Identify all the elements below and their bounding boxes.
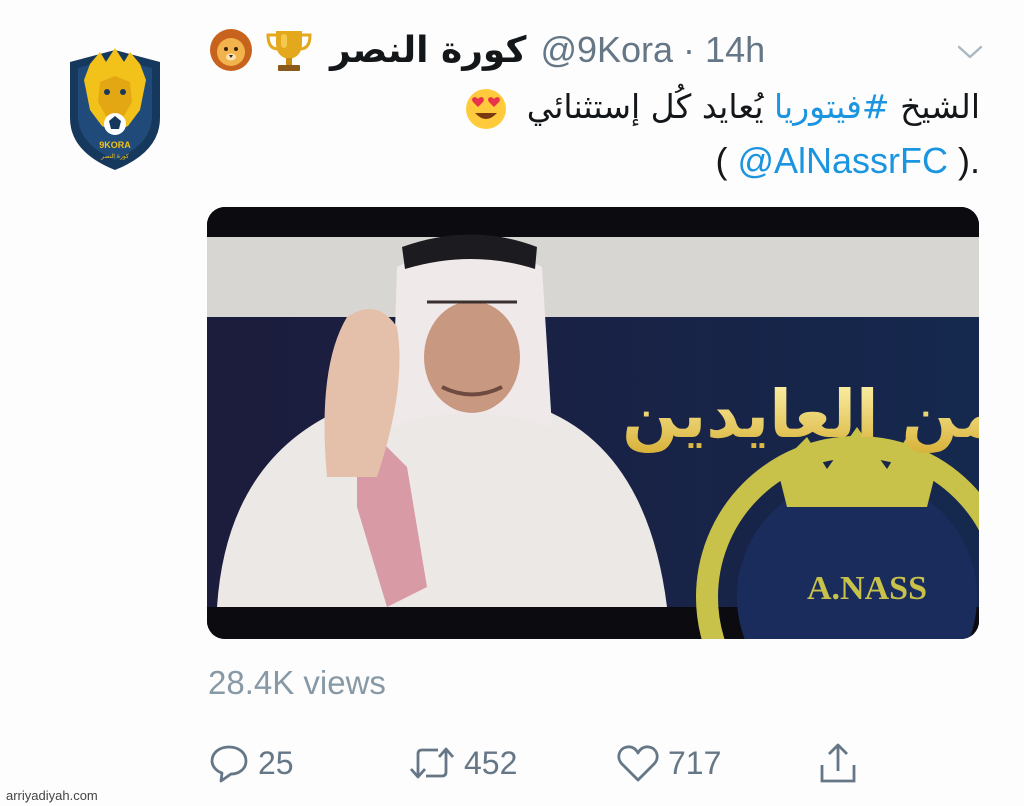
trophy-emoji-icon [266,31,312,71]
retweet-button[interactable]: 452 [408,738,517,788]
views-count: 28.4K views [208,664,386,701]
reply-count: 25 [258,744,294,781]
tweet-text: الشيخ #فيتوريا يُعايد كُل إستثنائي ( @Al… [380,80,980,190]
calligraphy-text: من العايدين [622,376,979,453]
text-prefix: الشيخ [889,87,980,126]
handle[interactable]: @9Kora · 14h [540,29,765,71]
timestamp[interactable]: 14h [705,29,765,70]
share-button[interactable] [818,738,858,788]
watermark: arriyadiyah.com [6,788,98,803]
retweet-icon [409,747,455,779]
lion-emoji-icon [210,29,252,71]
tweet-line-2: ( @AlNassrFC ). [380,134,980,188]
avatar[interactable]: 9KORA كورة النصر [60,40,170,174]
reply-button[interactable]: 25 [208,738,294,788]
tweet-line-1: الشيخ #فيتوريا يُعايد كُل إستثنائي [380,80,980,134]
like-count: 717 [668,744,722,781]
tweet-header: كورة النصر @9Kora · 14h [208,22,988,78]
action-bar: 25 452 717 [208,738,888,788]
handle-text: @9Kora [540,29,674,70]
chevron-down-icon[interactable] [956,44,984,60]
like-button[interactable]: 717 [616,738,721,788]
retweet-count: 452 [464,744,518,781]
lion-shield-logo: 9KORA كورة النصر [70,48,160,170]
logo-text: 9KORA [99,140,131,150]
hashtag-link[interactable]: #فيتوريا [774,87,890,126]
close-paren: ). [948,140,980,181]
heart-eyes-emoji-icon [466,88,507,129]
video-frame: A.NASS من العايدين [207,207,979,639]
video-thumbnail[interactable]: A.NASS من العايدين [207,207,979,639]
reply-icon [210,745,248,783]
mention-link[interactable]: @AlNassrFC [737,140,948,181]
text-rest: يُعايد كُل إستثنائي [526,87,774,126]
like-icon [617,745,659,782]
display-name[interactable]: كورة النصر [330,30,526,71]
open-paren: ( [715,140,738,181]
crest-text: A.NASS [807,570,927,607]
share-icon [820,743,856,783]
logo-subtext: كورة النصر [100,153,129,160]
